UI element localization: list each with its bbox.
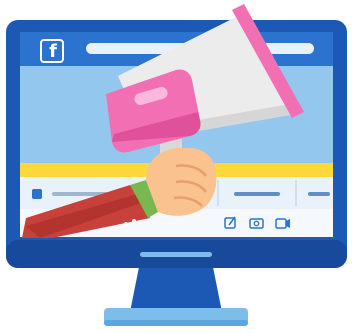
facebook-letter: f bbox=[49, 41, 57, 62]
profile-avatar bbox=[32, 189, 42, 199]
cufflink bbox=[124, 222, 128, 226]
cufflink bbox=[132, 219, 136, 223]
monitor-stand bbox=[130, 262, 222, 312]
stand-base-shadow bbox=[104, 320, 248, 326]
toolbar-tab-line bbox=[308, 192, 330, 196]
monitor-chin-line bbox=[140, 252, 212, 257]
toolbar-tab-line bbox=[234, 192, 280, 196]
megaphone-monitor-illustration: f bbox=[0, 0, 353, 333]
